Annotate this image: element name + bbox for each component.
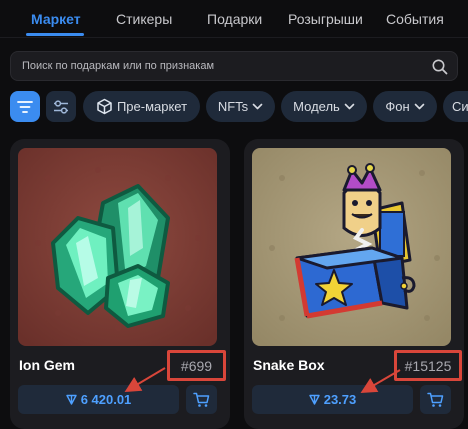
tab-giveaways[interactable]: Розыгрыши xyxy=(288,11,363,27)
background-dropdown[interactable]: Фон xyxy=(373,91,437,122)
ton-icon xyxy=(65,394,77,405)
top-tabs: Маркет Стикеры Подарки Розыгрыши События xyxy=(0,0,468,38)
filter-settings-button[interactable] xyxy=(46,91,76,122)
sort-lines-icon xyxy=(17,100,33,113)
snake-box-image xyxy=(252,148,451,346)
active-tab-indicator xyxy=(26,33,84,36)
tab-market[interactable]: Маркет xyxy=(31,11,81,27)
symbol-label: Си xyxy=(452,99,468,114)
tab-events[interactable]: События xyxy=(386,11,444,27)
gift-card[interactable]: Snake Box #15125 23.73 xyxy=(244,139,464,429)
add-to-cart-button[interactable] xyxy=(420,385,451,414)
search-input[interactable]: Поиск по подаркам или по признакам xyxy=(10,51,458,81)
gift-name: Ion Gem xyxy=(19,357,76,373)
cart-icon xyxy=(427,392,444,407)
buy-price-button[interactable]: 6 420.01 xyxy=(18,385,179,414)
background-label: Фон xyxy=(385,99,410,114)
filter-bar: Пре-маркет NFTs Модель Фон Си xyxy=(0,91,468,123)
chevron-down-icon xyxy=(252,103,263,110)
ton-icon xyxy=(309,394,320,405)
buy-price-button[interactable]: 23.73 xyxy=(252,385,413,414)
symbol-dropdown-partial[interactable]: Си xyxy=(443,91,468,122)
premarket-label: Пре-маркет xyxy=(116,99,188,114)
model-dropdown[interactable]: Модель xyxy=(281,91,367,122)
model-label: Модель xyxy=(293,99,340,114)
gift-name: Snake Box xyxy=(253,357,325,373)
add-to-cart-button[interactable] xyxy=(186,385,217,414)
sliders-icon xyxy=(54,99,68,114)
gift-number: #15125 xyxy=(394,350,462,381)
tab-stickers[interactable]: Стикеры xyxy=(116,11,172,27)
search-placeholder: Поиск по подаркам или по признакам xyxy=(22,60,215,72)
gift-number: #699 xyxy=(167,350,226,381)
cart-icon xyxy=(193,392,210,407)
cube-icon xyxy=(97,98,112,115)
search-icon[interactable] xyxy=(431,58,449,76)
nfts-dropdown[interactable]: NFTs xyxy=(206,91,275,122)
chevron-down-icon xyxy=(344,103,355,110)
ion-gem-image xyxy=(18,148,217,346)
gift-number-text: #699 xyxy=(180,357,213,374)
sort-button[interactable] xyxy=(10,91,40,122)
premarket-chip[interactable]: Пре-маркет xyxy=(83,91,200,122)
price-value: 6 420.01 xyxy=(80,392,132,407)
gift-number-text: #15125 xyxy=(404,357,452,374)
tab-gifts[interactable]: Подарки xyxy=(207,11,262,27)
nfts-label: NFTs xyxy=(217,99,249,114)
price-value: 23.73 xyxy=(323,392,357,407)
chevron-down-icon xyxy=(414,103,424,110)
gift-card[interactable]: Ion Gem #699 6 420.01 xyxy=(10,139,230,429)
